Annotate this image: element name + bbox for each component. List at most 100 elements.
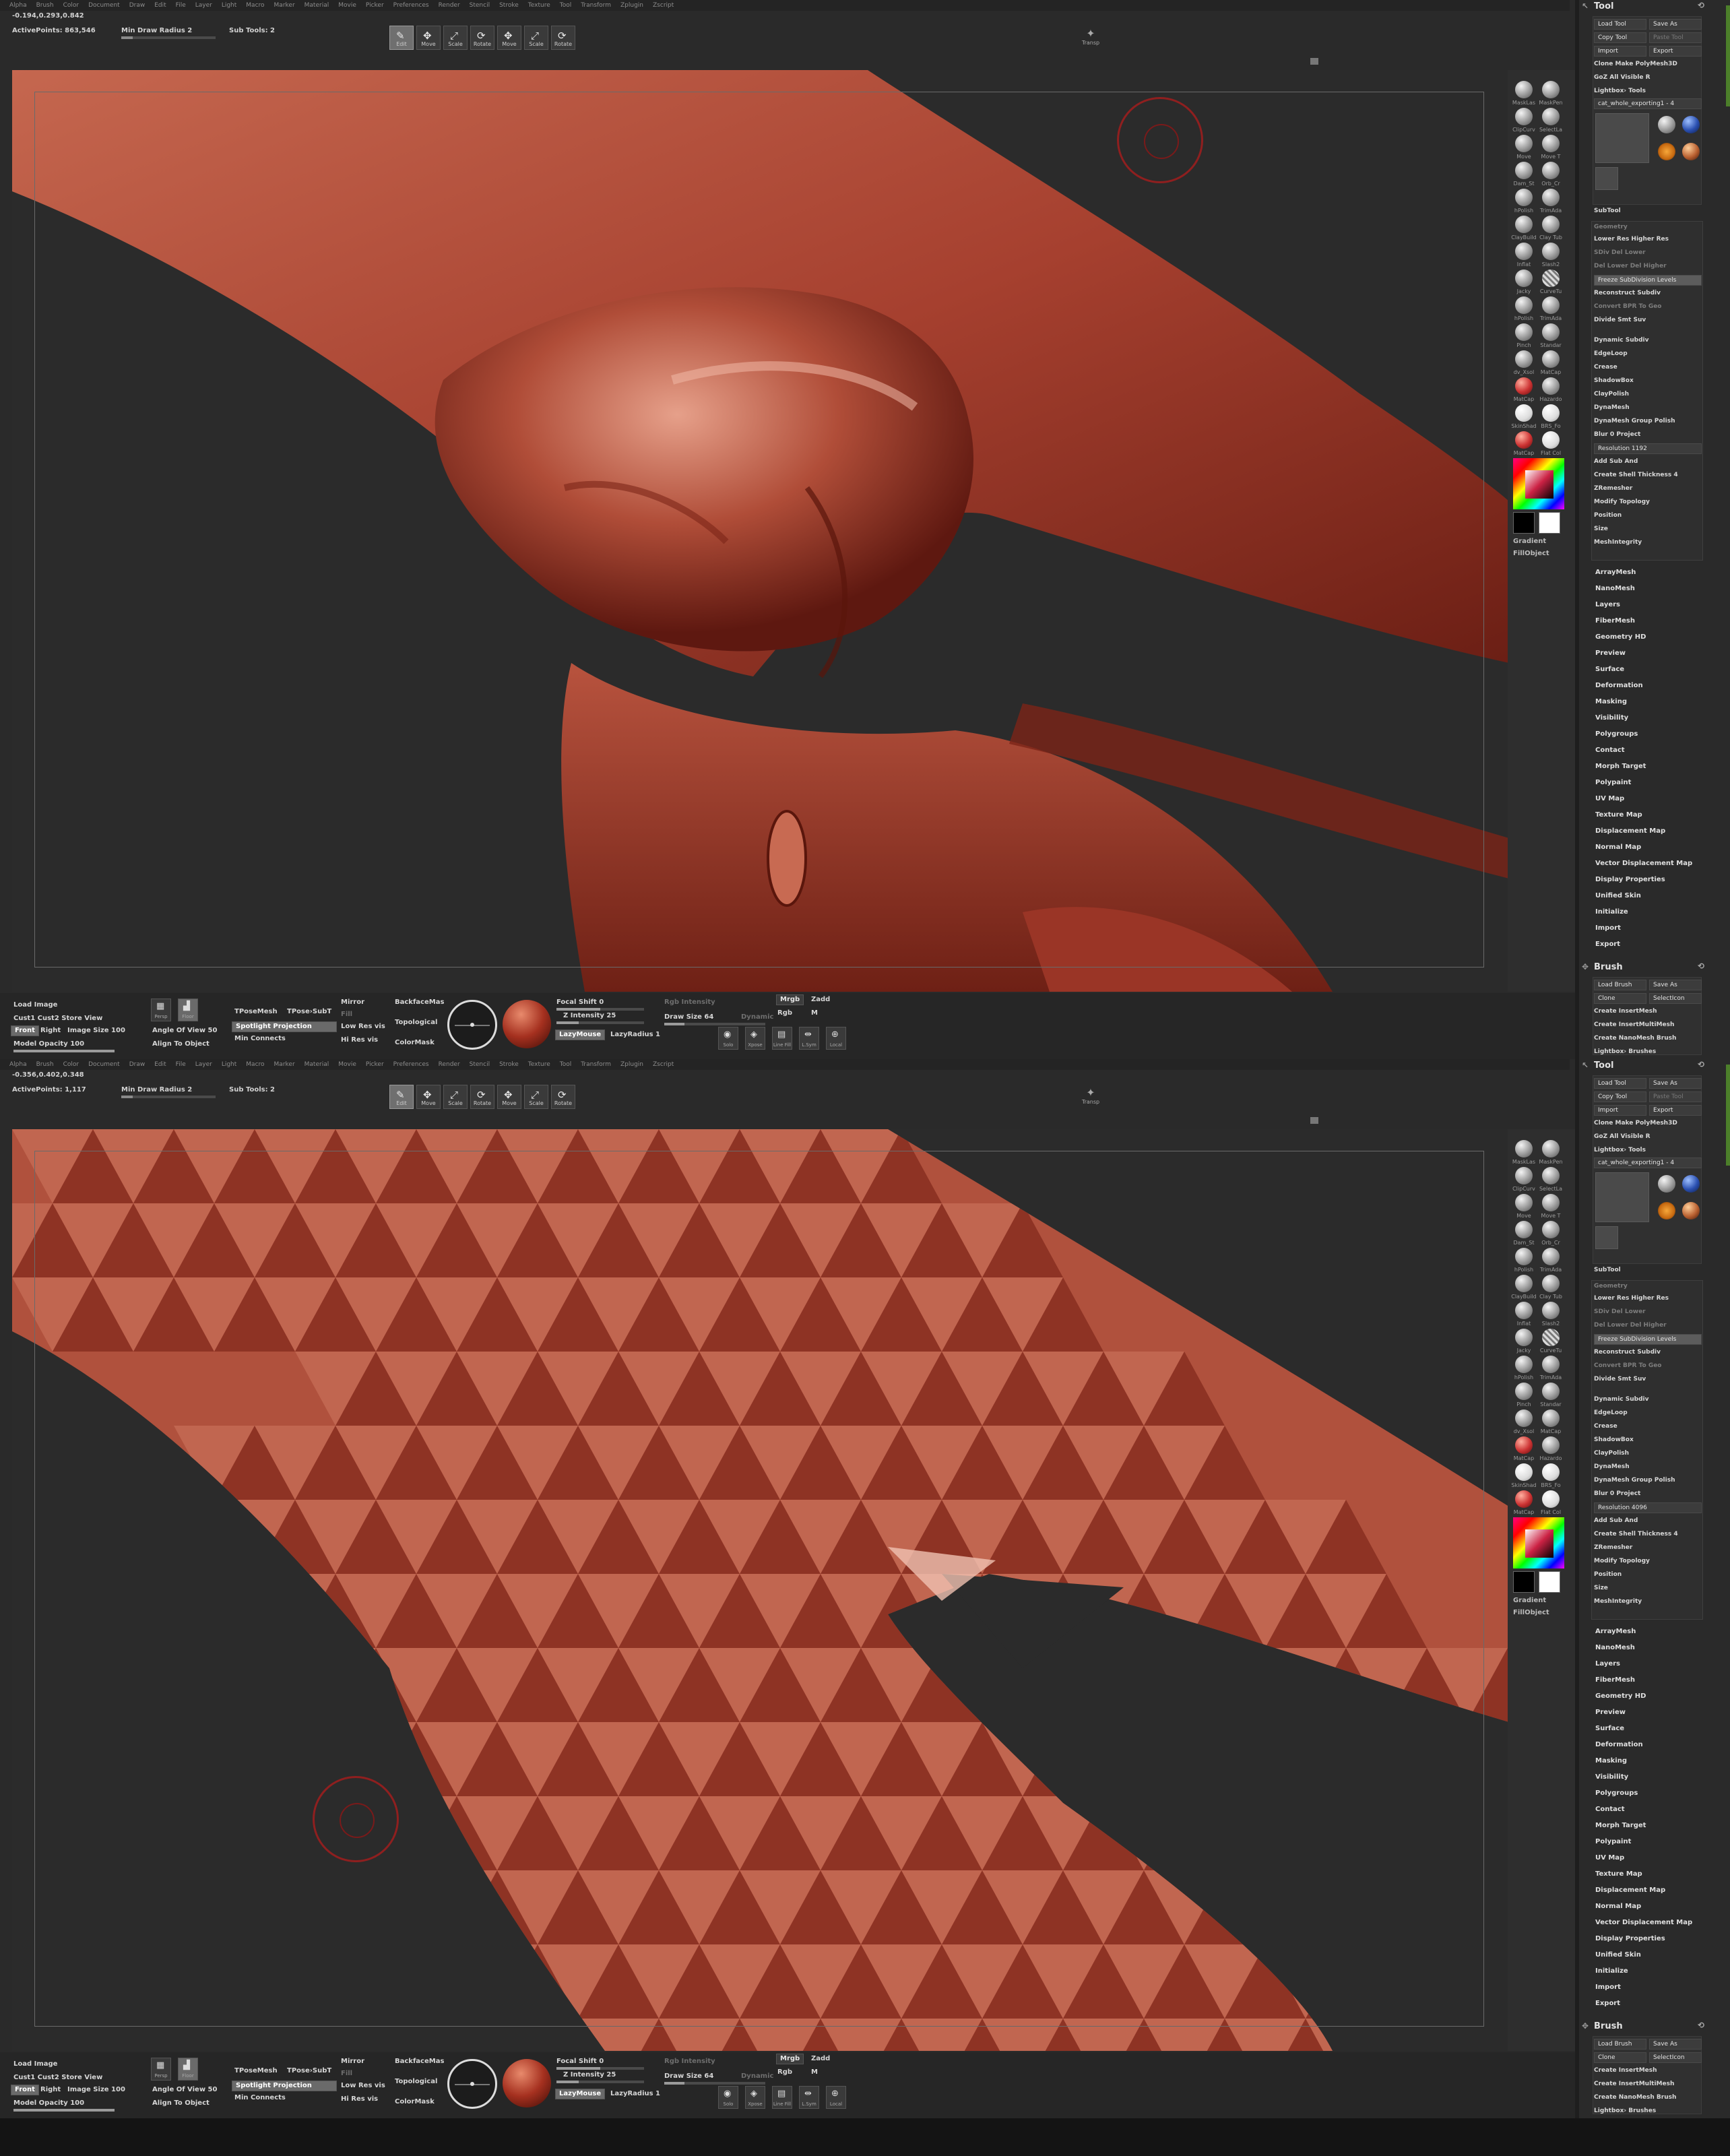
- freeze-subdivision-levels-button[interactable]: Freeze SubDivision Levels: [1594, 1334, 1702, 1345]
- mrgb-button[interactable]: Mrgb: [776, 2054, 804, 2064]
- model-opacity-track[interactable]: [13, 1050, 115, 1052]
- tool-copy-tool-button[interactable]: Copy Tool: [1594, 32, 1646, 43]
- lightbox-tools-link[interactable]: Lightbox› Tools: [1594, 88, 1646, 94]
- cust-store-view-row[interactable]: Cust1 Cust2 Store View: [13, 1015, 102, 1022]
- menu-render[interactable]: Render: [439, 1059, 460, 1070]
- mrgb-button[interactable]: Mrgb: [776, 994, 804, 1005]
- tool-menu-normal-map[interactable]: Normal Map: [1595, 1903, 1641, 1910]
- toolbar-rotate-button[interactable]: ⟳ Rotate: [551, 1085, 575, 1109]
- canvas-viewport[interactable]: [12, 70, 1509, 992]
- min-draw-radius-track[interactable]: [121, 36, 216, 39]
- menu-stroke[interactable]: Stroke: [499, 0, 519, 11]
- model-opacity-track[interactable]: [13, 2109, 115, 2112]
- current-tool-thumbnail[interactable]: [1595, 1172, 1649, 1222]
- freeze-subdivision-levels-button[interactable]: Freeze SubDivision Levels: [1594, 275, 1702, 286]
- current-tool-name[interactable]: cat_whole_exporting1 - 4: [1594, 98, 1702, 109]
- menu-zscript[interactable]: Zscript: [653, 1059, 674, 1070]
- geometry-zremesher-control[interactable]: ZRemesher: [1594, 1544, 1632, 1551]
- spotlight-projection-button[interactable]: Spotlight Projection: [232, 2081, 337, 2091]
- tool-menu-fibermesh[interactable]: FiberMesh: [1595, 1676, 1635, 1684]
- tool-menu-masking[interactable]: Masking: [1595, 1757, 1627, 1765]
- color-picker[interactable]: [1513, 458, 1564, 509]
- brush-save-as-button[interactable]: Save As: [1649, 2039, 1702, 2050]
- brush-lightbox-brushes-button[interactable]: Lightbox› Brushes: [1594, 1048, 1656, 1055]
- tool-menu-unified-skin[interactable]: Unified Skin: [1595, 1951, 1641, 1959]
- tray-scrollbar[interactable]: [1726, 1065, 1730, 1166]
- tool-menu-visibility[interactable]: Visibility: [1595, 1773, 1628, 1781]
- geometry-add-control[interactable]: Add Sub And: [1594, 1517, 1638, 1524]
- palette-collapse-icon[interactable]: ⟲: [1698, 1060, 1704, 1069]
- image-size-slider[interactable]: Image Size 100: [67, 1027, 125, 1034]
- color-picker[interactable]: [1513, 1517, 1564, 1568]
- menu-picker[interactable]: Picker: [366, 1059, 384, 1070]
- solo-button[interactable]: ◉ Solo: [718, 1027, 738, 1050]
- brush-create-insertmesh-button[interactable]: Create InsertMesh: [1594, 2067, 1657, 2074]
- geometry-crease-control[interactable]: Crease: [1594, 364, 1617, 371]
- tool-menu-deformation[interactable]: Deformation: [1595, 682, 1643, 689]
- geometry-size-control[interactable]: Size: [1594, 526, 1608, 532]
- tool-menu-polypaint[interactable]: Polypaint: [1595, 779, 1631, 786]
- tool-menu-vector-displacement-map[interactable]: Vector Displacement Map: [1595, 1919, 1692, 1926]
- load-image-button[interactable]: Load Image: [13, 2060, 57, 2068]
- menu-preferences[interactable]: Preferences: [393, 1059, 429, 1070]
- z-intensity-track[interactable]: [556, 1021, 644, 1024]
- colormask-button[interactable]: ColorMask: [395, 2098, 435, 2105]
- menu-macro[interactable]: Macro: [246, 1059, 264, 1070]
- tool-menu-preview[interactable]: Preview: [1595, 649, 1626, 657]
- geometry-edgeloop-control[interactable]: EdgeLoop: [1594, 1409, 1628, 1416]
- material-button[interactable]: [503, 2059, 551, 2107]
- tool-menu-geometry-hd[interactable]: Geometry HD: [1595, 1692, 1646, 1700]
- floor-button[interactable]: ▟ Floor: [178, 2058, 198, 2081]
- menu-file[interactable]: File: [176, 0, 186, 11]
- geometry-position-control[interactable]: Position: [1594, 1571, 1622, 1578]
- geometry-convert-control[interactable]: Convert BPR To Geo: [1594, 1362, 1662, 1369]
- menu-light[interactable]: Light: [222, 0, 236, 11]
- geometry-dynamesh-control[interactable]: DynaMesh Group Polish: [1594, 1477, 1675, 1484]
- eraserbrush-tool-thumbnail[interactable]: [1677, 1199, 1704, 1230]
- tool-menu-surface[interactable]: Surface: [1595, 666, 1624, 673]
- canvas-viewport[interactable]: [12, 1129, 1509, 2051]
- tool-menu-arraymesh[interactable]: ArrayMesh: [1595, 1628, 1636, 1635]
- geometry-dynamesh-control[interactable]: DynaMesh: [1594, 1463, 1630, 1470]
- brush-create-insertmultimesh-button[interactable]: Create InsertMultiMesh: [1594, 1021, 1674, 1028]
- color-picker-square[interactable]: [1525, 470, 1553, 499]
- tool-menu-texture-map[interactable]: Texture Map: [1595, 811, 1642, 819]
- menu-movie[interactable]: Movie: [338, 0, 356, 11]
- toolbar-rotate-button[interactable]: ⟳ Rotate: [470, 26, 494, 50]
- menu-brush[interactable]: Brush: [36, 1059, 54, 1070]
- menu-layer[interactable]: Layer: [195, 0, 212, 11]
- brush-selecticon-button[interactable]: SelectIcon: [1649, 2052, 1702, 2063]
- menu-color[interactable]: Color: [63, 1059, 79, 1070]
- tool-menu-layers[interactable]: Layers: [1595, 601, 1620, 608]
- tpose-subt-button[interactable]: TPose›SubT: [287, 1008, 331, 1015]
- gradient-button[interactable]: Gradient: [1513, 1597, 1546, 1604]
- shelf-brush-matcap[interactable]: MatCap: [1510, 429, 1537, 459]
- hi-res-vis-button[interactable]: Hi Res vis: [341, 2095, 378, 2103]
- subtool-thumbnail[interactable]: [1595, 1226, 1618, 1249]
- focal-shift-slider[interactable]: Focal Shift 0: [556, 998, 604, 1006]
- toolbar-move-button[interactable]: ✥ Move: [416, 26, 441, 50]
- align-to-object-button[interactable]: Align To Object: [152, 1040, 210, 1048]
- menu-file[interactable]: File: [176, 1059, 186, 1070]
- geometry-blur-control[interactable]: Blur 0 Project: [1594, 431, 1640, 438]
- tool-menu-initialize[interactable]: Initialize: [1595, 908, 1628, 916]
- lazyradius-slider[interactable]: LazyRadius 1: [610, 2090, 660, 2097]
- menu-texture[interactable]: Texture: [528, 1059, 550, 1070]
- goz-row[interactable]: GoZ All Visible R: [1594, 74, 1651, 81]
- tool-menu-uv-map[interactable]: UV Map: [1595, 795, 1624, 802]
- menu-macro[interactable]: Macro: [246, 0, 264, 11]
- geometry-meshintegrity-control[interactable]: MeshIntegrity: [1594, 1598, 1642, 1605]
- tool-menu-morph-target[interactable]: Morph Target: [1595, 1822, 1646, 1829]
- load-image-button[interactable]: Load Image: [13, 1001, 57, 1009]
- transp-button[interactable]: ✦ Transp: [1072, 27, 1109, 46]
- tool-load-tool-button[interactable]: Load Tool: [1594, 19, 1646, 30]
- stroke-type-button[interactable]: [447, 1000, 497, 1050]
- toolbar-scale-button[interactable]: ⤢ Scale: [524, 1085, 548, 1109]
- menu-document[interactable]: Document: [88, 0, 120, 11]
- tool-menu-contact[interactable]: Contact: [1595, 1806, 1625, 1813]
- tool-menu-display-properties[interactable]: Display Properties: [1595, 1935, 1665, 1942]
- menu-transform[interactable]: Transform: [581, 0, 611, 11]
- xpose-button[interactable]: ◈ Xpose: [745, 1027, 765, 1050]
- menu-material[interactable]: Material: [305, 1059, 329, 1070]
- tool-menu-layers[interactable]: Layers: [1595, 1660, 1620, 1668]
